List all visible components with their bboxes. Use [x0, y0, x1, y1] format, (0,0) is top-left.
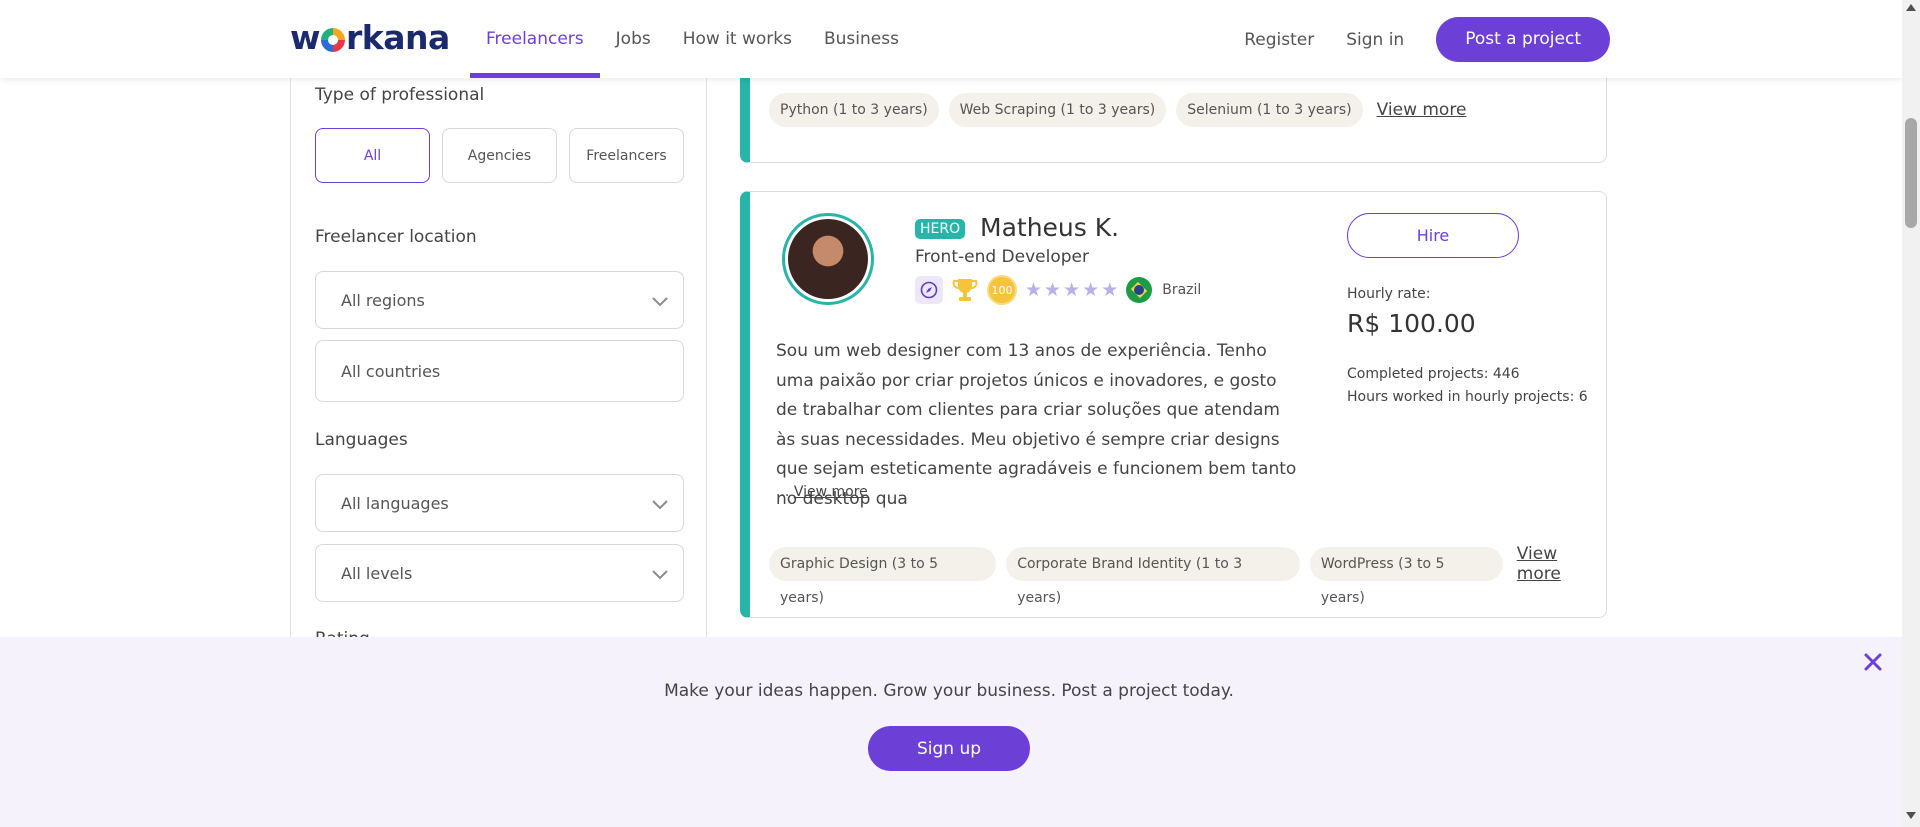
skill-tag[interactable]: WordPress (3 to 5 years) — [1309, 547, 1503, 606]
star-icon: ★ — [1063, 279, 1081, 301]
avatar-photo — [788, 219, 868, 299]
scroll-up-arrow-icon[interactable] — [1906, 4, 1916, 11]
hourly-rate-label: Hourly rate: — [1347, 286, 1431, 302]
star-icon: ★ — [1101, 279, 1119, 301]
filter-sidebar: Type of professional All Agencies Freela… — [290, 78, 707, 649]
star-icon: ★ — [1082, 279, 1100, 301]
nav-business[interactable]: Business — [808, 0, 915, 78]
freelancer-location-label: Freelancer location — [315, 227, 477, 247]
freelancer-name[interactable]: Matheus K. — [980, 213, 1119, 242]
freelancer-card[interactable]: HERO Matheus K. Front-end Developer 100 … — [740, 191, 1607, 618]
scrollbar-thumb[interactable] — [1905, 118, 1917, 228]
freelancer-badges: 100 ★ ★ ★ ★ ★ Brazil — [915, 275, 1201, 305]
nav-how-it-works[interactable]: How it works — [667, 0, 808, 78]
type-freelancers-button[interactable]: Freelancers — [569, 128, 684, 183]
language-level-select[interactable]: All levels — [315, 544, 684, 602]
type-all-button[interactable]: All — [315, 128, 430, 183]
star-icon: ★ — [1044, 279, 1062, 301]
nav-freelancers[interactable]: Freelancers — [470, 0, 600, 78]
chevron-down-icon — [652, 570, 668, 580]
description-view-more-link[interactable]: View more — [794, 484, 868, 500]
sign-up-button[interactable]: Sign up — [868, 726, 1030, 771]
skill-tags: Python (1 to 3 years) Web Scraping (1 to… — [769, 93, 1466, 127]
hire-button[interactable]: Hire — [1347, 213, 1519, 258]
trophy-icon — [951, 276, 979, 304]
completed-projects: Completed projects: 446 — [1347, 366, 1520, 382]
page-scrollbar[interactable] — [1902, 0, 1920, 827]
star-icon: ★ — [1025, 279, 1043, 301]
hourly-rate: R$ 100.00 — [1347, 309, 1476, 338]
region-select[interactable]: All regions — [315, 271, 684, 329]
main-nav: Freelancers Jobs How it works Business — [470, 0, 915, 78]
register-link[interactable]: Register — [1244, 30, 1314, 50]
skills-view-more-link[interactable]: View more — [1377, 100, 1467, 120]
hours-worked: Hours worked in hourly projects: 6 — [1347, 389, 1588, 405]
skill-tag[interactable]: Selenium (1 to 3 years) — [1176, 93, 1363, 127]
freelancer-role: Front-end Developer — [915, 247, 1089, 267]
compass-icon — [915, 276, 943, 304]
languages-label: Languages — [315, 430, 408, 450]
signup-banner: Make your ideas happen. Grow your busine… — [0, 637, 1902, 827]
type-of-professional-label: Type of professional — [315, 85, 485, 105]
rating-stars: ★ ★ ★ ★ ★ — [1025, 279, 1118, 301]
skill-tags: Graphic Design (3 to 5 years) Corporate … — [769, 544, 1606, 606]
hero-badge: HERO — [915, 219, 966, 239]
language-select[interactable]: All languages — [315, 474, 684, 532]
sign-in-link[interactable]: Sign in — [1346, 30, 1404, 50]
hundred-badge-icon: 100 — [987, 275, 1017, 305]
skill-tag[interactable]: Python (1 to 3 years) — [769, 93, 939, 127]
skills-view-more-link[interactable]: View more — [1517, 544, 1606, 584]
skill-tag[interactable]: Web Scraping (1 to 3 years) — [948, 93, 1167, 127]
type-agencies-button[interactable]: Agencies — [442, 128, 557, 183]
description-more: ... View more — [776, 484, 868, 500]
chevron-down-icon — [652, 500, 668, 510]
chevron-down-icon — [652, 297, 668, 307]
site-header: w rkana Freelancers Jobs How it works Bu… — [0, 0, 1902, 78]
nav-jobs[interactable]: Jobs — [600, 0, 667, 78]
close-icon[interactable] — [1862, 651, 1884, 673]
skill-tag[interactable]: Graphic Design (3 to 5 years) — [769, 547, 997, 606]
logo-ring-icon — [321, 27, 345, 52]
avatar[interactable] — [782, 213, 874, 305]
workana-logo[interactable]: w rkana — [290, 18, 450, 57]
banner-text: Make your ideas happen. Grow your busine… — [664, 681, 1234, 701]
country-input[interactable]: All countries — [315, 340, 684, 402]
header-actions: Register Sign in Post a project — [1244, 17, 1610, 62]
skill-tag[interactable]: Corporate Brand Identity (1 to 3 years) — [1006, 547, 1300, 606]
brazil-flag-icon — [1126, 277, 1153, 303]
post-project-button[interactable]: Post a project — [1436, 17, 1610, 62]
country-name: Brazil — [1162, 282, 1202, 298]
scroll-down-arrow-icon[interactable] — [1906, 812, 1916, 819]
